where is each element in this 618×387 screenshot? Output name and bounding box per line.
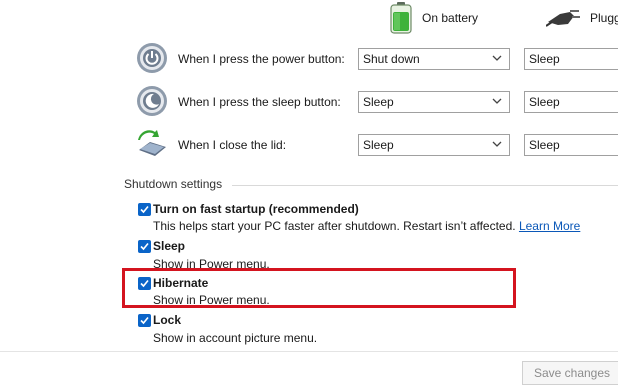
selected-value: Sleep <box>363 95 394 109</box>
checkmark-icon <box>140 242 149 251</box>
section-divider <box>232 185 618 186</box>
sleep-button-plugged-select[interactable]: Sleep <box>524 91 618 113</box>
on-battery-label: On battery <box>422 11 479 25</box>
lock-option-title: Lock <box>153 313 182 327</box>
close-lid-battery-select[interactable]: Sleep <box>358 134 510 156</box>
sleep-button-icon <box>136 85 168 120</box>
laptop-lid-icon <box>136 128 168 163</box>
power-button-label: When I press the power button: <box>178 52 345 66</box>
fast-startup-checkbox[interactable] <box>138 203 151 216</box>
selected-value: Shut down <box>363 52 420 66</box>
selected-value: Sleep <box>363 138 394 152</box>
fast-startup-title: Turn on fast startup (recommended) <box>153 202 359 216</box>
footer-divider <box>0 351 618 352</box>
battery-icon <box>390 2 412 34</box>
checkmark-icon <box>140 205 149 214</box>
selected-value: Sleep <box>529 138 560 152</box>
fast-startup-desc-text: This helps start your PC faster after sh… <box>153 219 516 233</box>
power-button-icon <box>136 42 168 77</box>
close-lid-plugged-select[interactable]: Sleep <box>524 134 618 156</box>
hibernate-option-title: Hibernate <box>153 276 209 290</box>
close-lid-label: When I close the lid: <box>178 138 287 152</box>
lock-checkbox[interactable] <box>138 314 151 327</box>
hibernate-option-description: Show in Power menu. <box>153 293 270 307</box>
power-button-plugged-select[interactable]: Sleep <box>524 48 618 70</box>
sleep-checkbox[interactable] <box>138 240 151 253</box>
chevron-down-icon <box>492 98 502 104</box>
learn-more-link[interactable]: Learn More <box>519 219 580 233</box>
column-header-on-battery: On battery <box>390 2 478 34</box>
sleep-button-battery-select[interactable]: Sleep <box>358 91 510 113</box>
lock-option-description: Show in account picture menu. <box>153 331 318 345</box>
checkmark-icon <box>140 316 149 325</box>
sleep-button-label: When I press the sleep button: <box>178 95 341 109</box>
fast-startup-description: This helps start your PC faster after sh… <box>153 219 580 233</box>
hibernate-checkbox[interactable] <box>138 277 151 290</box>
sleep-option-title: Sleep <box>153 239 186 253</box>
selected-value: Sleep <box>529 52 560 66</box>
column-header-plugged-in: Plugg <box>546 8 618 28</box>
chevron-down-icon <box>492 141 502 147</box>
power-plug-icon <box>546 10 580 27</box>
checkmark-icon <box>140 279 149 288</box>
plugged-in-label: Plugg <box>590 11 618 25</box>
selected-value: Sleep <box>529 95 560 109</box>
chevron-down-icon <box>492 55 502 61</box>
shutdown-settings-title: Shutdown settings <box>124 177 223 191</box>
power-button-battery-select[interactable]: Shut down <box>358 48 510 70</box>
save-changes-button[interactable]: Save changes <box>522 361 618 385</box>
